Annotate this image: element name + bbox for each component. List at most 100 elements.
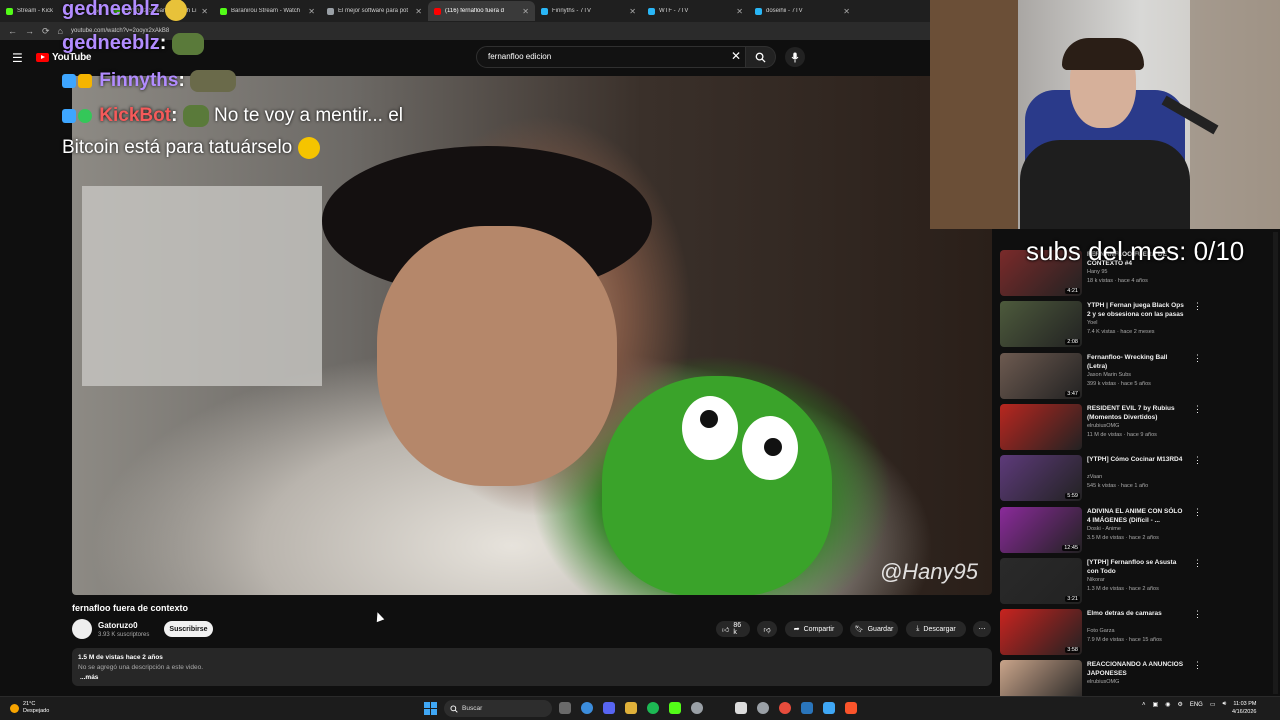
recommended-video[interactable]: 3:21 [YTPH] Fernanfloo se Asusta con Todo… — [1000, 557, 1278, 608]
hamburger-menu-icon[interactable]: ☰ — [12, 51, 23, 65]
discord-icon[interactable] — [603, 702, 615, 714]
spotify-icon[interactable] — [647, 702, 659, 714]
search-input[interactable] — [486, 51, 730, 62]
recommended-channel-name[interactable]: Doski - Anime — [1087, 526, 1121, 532]
more-options-icon[interactable]: ⋮ — [1193, 558, 1202, 569]
more-options-icon[interactable]: ⋮ — [1193, 353, 1202, 364]
tab-title: El mejor software para pot — [338, 8, 409, 14]
dislike-button[interactable]: 👎︎ — [757, 621, 777, 637]
recommended-channel-name[interactable]: Nikorar — [1087, 577, 1105, 583]
recommended-video-title[interactable]: RESIDENT EVIL 7 by Rubius (Momentos Dive… — [1087, 404, 1187, 422]
browser-tab[interactable]: Finnyths - 7TV ✕ — [535, 1, 642, 21]
recommended-video[interactable]: RESIDENT EVIL 7 by Rubius (Momentos Dive… — [1000, 403, 1278, 454]
recommended-channel-name[interactable]: Hany 95 — [1087, 269, 1108, 275]
recommended-channel-name[interactable]: Foto Garza — [1087, 628, 1115, 634]
recommended-video-title[interactable]: REACCIONANDO A ANUNCIOS JAPONESES — [1087, 660, 1187, 678]
brave-icon[interactable] — [845, 702, 857, 714]
more-options-icon[interactable]: ⋮ — [1193, 404, 1202, 415]
like-button[interactable]: 👍︎ 86 k — [716, 621, 750, 637]
channel-name[interactable]: Gatoruzo0 — [98, 621, 138, 630]
more-options-icon[interactable]: ⋮ — [1193, 507, 1202, 518]
video-thumbnail[interactable]: 3:47 — [1000, 352, 1082, 399]
save-button[interactable]: 🔖︎ Guardar — [850, 621, 898, 637]
video-thumbnail[interactable]: 3:58 — [1000, 609, 1082, 656]
steam-icon[interactable] — [801, 702, 813, 714]
recommended-channel-name[interactable]: Jason Marin Subs — [1087, 372, 1131, 378]
recommended-video-title[interactable]: ADIVINA EL ANIME CON SÓLO 4 IMÁGENES (Di… — [1087, 507, 1187, 525]
recommended-channel-name[interactable]: elrubiusOMG — [1087, 423, 1119, 429]
browser-tab[interactable]: doseihii - 7TV ✕ — [749, 1, 856, 21]
voice-search-button[interactable] — [785, 47, 805, 67]
recommended-video-title[interactable]: [YTPH] Fernanfloo se Asusta con Todo — [1087, 558, 1187, 576]
kick-icon[interactable] — [669, 702, 681, 714]
subscribe-button[interactable]: Suscribirse — [164, 621, 213, 637]
more-options-icon[interactable]: ⋮ — [1193, 660, 1202, 671]
browser-tab[interactable]: Baranirou Stream - Watch ✕ — [214, 1, 321, 21]
taskbar-search[interactable]: Buscar — [444, 700, 552, 717]
app-icon[interactable] — [779, 702, 791, 714]
more-options-icon[interactable]: ⋮ — [1193, 301, 1202, 312]
browser-tab[interactable]: WTF - 7TV ✕ — [642, 1, 749, 21]
volume-icon[interactable]: 🔊︎ — [1223, 701, 1227, 708]
recommended-video[interactable]: 12:45 ADIVINA EL ANIME CON SÓLO 4 IMÁGENE… — [1000, 506, 1278, 557]
chevron-up-icon[interactable]: ˄ — [1142, 702, 1146, 708]
search-button[interactable] — [746, 46, 776, 68]
show-more-link[interactable]: ...más — [80, 674, 98, 681]
tray-app-icon[interactable]: ▣ — [1153, 701, 1159, 708]
video-thumbnail[interactable] — [1000, 660, 1082, 696]
app-icon[interactable] — [757, 702, 769, 714]
recommended-video[interactable]: REACCIONANDO A ANUNCIOS JAPONESES elrubiu… — [1000, 660, 1278, 696]
language-indicator[interactable]: ENG — [1190, 702, 1203, 708]
description-box[interactable]: 1.5 M de vistas hace 2 años No se agregó… — [72, 648, 992, 686]
close-tab-icon[interactable]: ✕ — [843, 7, 850, 16]
start-button[interactable] — [424, 702, 437, 715]
file-explorer-icon[interactable] — [625, 702, 637, 714]
more-actions-button[interactable]: ⋯ — [973, 621, 991, 637]
recommended-video[interactable]: 3:47 Fernanfloo- Wrecking Ball (Letra) Jas… — [1000, 352, 1278, 403]
video-thumbnail[interactable]: 12:45 — [1000, 506, 1082, 553]
video-thumbnail[interactable]: 5:59 — [1000, 455, 1082, 502]
browser-tab[interactable]: (116) fernafloo fuera d ✕ — [428, 1, 535, 21]
task-view-icon[interactable] — [559, 702, 571, 714]
sidebar-scrollbar[interactable] — [1273, 232, 1278, 694]
close-tab-icon[interactable]: ✕ — [629, 7, 636, 16]
recommended-video-title[interactable]: [YTPH] Cómo Cocinar M13RD4 — [1087, 455, 1187, 464]
search-box[interactable]: ✕ — [476, 46, 746, 68]
network-icon[interactable]: ▭ — [1210, 701, 1216, 708]
share-button[interactable]: ➦ Compartir — [785, 621, 843, 637]
back-icon[interactable]: ← — [8, 26, 17, 36]
video-thumbnail[interactable] — [1000, 403, 1082, 450]
clock[interactable]: 11:03 PM 4/16/2026 — [1232, 700, 1256, 716]
video-thumbnail[interactable]: 2:08 — [1000, 301, 1082, 348]
chrome-icon[interactable] — [581, 702, 593, 714]
clear-search-icon[interactable]: ✕ — [731, 49, 741, 63]
close-tab-icon[interactable]: ✕ — [522, 7, 529, 16]
recommended-video-title[interactable]: YTPH | Fernan juega Black Ops 2 y se obs… — [1087, 301, 1187, 319]
tray-app-icon[interactable]: ◉ — [1165, 701, 1170, 708]
recommended-video[interactable]: 2:08 YTPH | Fernan juega Black Ops 2 y se… — [1000, 301, 1278, 351]
recommended-video[interactable]: 3:58 Elmo detras de camaras Foto Garza 7.9 … — [1000, 609, 1278, 659]
forward-icon[interactable]: → — [25, 26, 34, 36]
browser-tab[interactable]: El mejor software para pot ✕ — [321, 1, 428, 21]
recommended-channel-name[interactable]: zVaan — [1087, 474, 1102, 480]
weather-widget[interactable]: 21°C Despejado — [10, 701, 49, 715]
app-icon[interactable] — [691, 702, 703, 714]
recommended-channel-name[interactable]: elrubiusOMG — [1087, 679, 1119, 685]
video-thumbnail[interactable]: 3:21 — [1000, 557, 1082, 604]
channel-avatar[interactable] — [72, 619, 92, 639]
download-button[interactable]: ⤓ Descargar — [906, 621, 966, 637]
more-options-icon[interactable]: ⋮ — [1193, 609, 1202, 620]
recommended-video-title[interactable]: Elmo detras de camaras — [1087, 609, 1187, 618]
app-icon[interactable] — [735, 702, 747, 714]
tray-app-icon[interactable]: ⚙ — [1177, 701, 1182, 708]
close-tab-icon[interactable]: ✕ — [415, 7, 422, 16]
more-options-icon[interactable]: ⋮ — [1193, 455, 1202, 466]
recommended-video[interactable]: 5:59 [YTPH] Cómo Cocinar M13RD4 zVaan 545 k… — [1000, 455, 1278, 505]
close-tab-icon[interactable]: ✕ — [736, 7, 743, 16]
close-tab-icon[interactable]: ✕ — [308, 7, 315, 16]
recommended-video-title[interactable]: Fernanfloo- Wrecking Ball (Letra) — [1087, 353, 1187, 371]
close-tab-icon[interactable]: ✕ — [201, 7, 208, 16]
reload-icon[interactable]: ⟳ — [42, 26, 50, 37]
notepad-icon[interactable] — [823, 702, 835, 714]
recommended-channel-name[interactable]: Yoel — [1087, 320, 1098, 326]
